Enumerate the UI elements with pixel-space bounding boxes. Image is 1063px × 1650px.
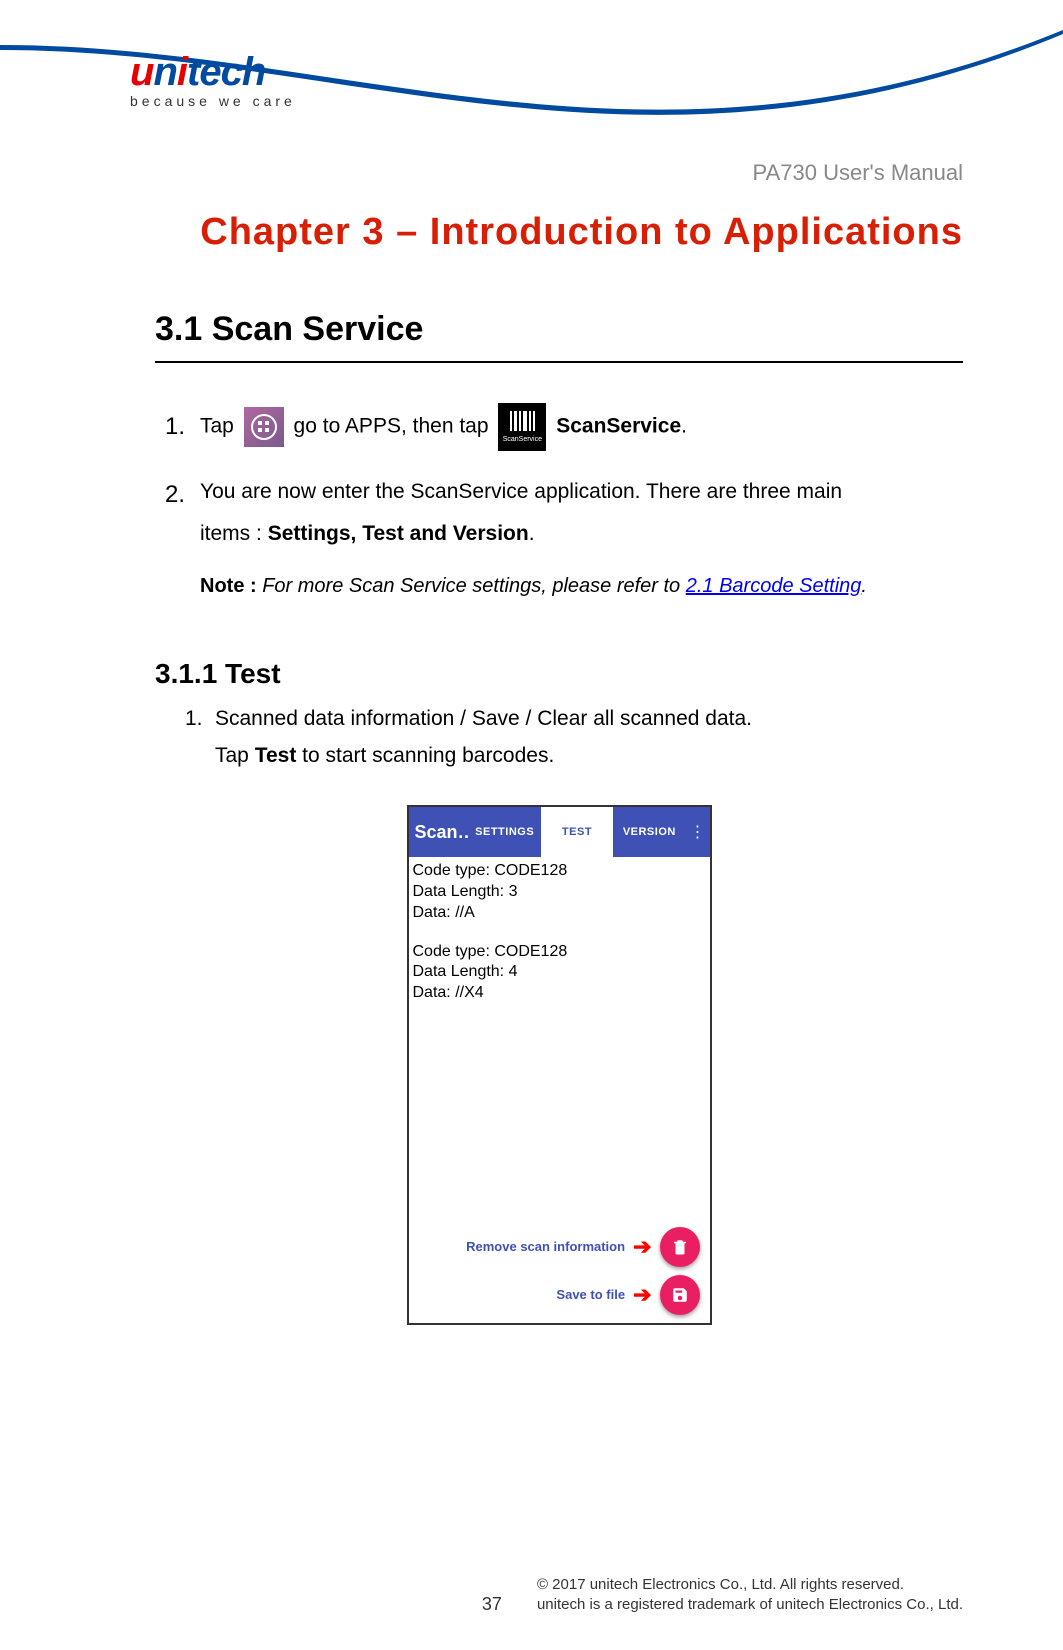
section-divider (155, 361, 963, 363)
mock-app-name: Scan… (409, 822, 469, 843)
sub-list: 1.Scanned data information / Save / Clea… (185, 700, 963, 776)
tab-test[interactable]: TEST (541, 807, 613, 857)
arrow-icon: ➔ (633, 1233, 651, 1262)
mock-tabs: SETTINGS TEST VERSION (469, 807, 686, 857)
save-fab-label: Save to file (556, 1287, 625, 1304)
scanservice-icon: ScanService (498, 403, 546, 451)
brand-name: unitech (130, 50, 296, 95)
step-number: 1. (165, 403, 200, 451)
barcode-setting-link[interactable]: 2.1 Barcode Setting (686, 575, 862, 597)
step-1: 1. Tap go to APPS, then tap ScanService … (165, 403, 963, 451)
scan-result-2: Code type: CODE128 Data Length: 4 Data: … (413, 942, 706, 1004)
brand-logo: unitech because we care (130, 50, 296, 109)
mock-app-bar: Scan… SETTINGS TEST VERSION ⋮ (409, 807, 710, 857)
page: unitech because we care PA730 User's Man… (0, 0, 1063, 1650)
page-footer: 37 © 2017 unitech Electronics Co., Ltd. … (155, 1575, 963, 1616)
chapter-title: Chapter 3 – Introduction to Applications (155, 200, 963, 265)
copyright-block: © 2017 unitech Electronics Co., Ltd. All… (537, 1575, 963, 1616)
section-title: 3.1 Scan Service (155, 310, 963, 349)
save-icon (671, 1286, 689, 1304)
mock-body: Code type: CODE128 Data Length: 3 Data: … (409, 857, 710, 1323)
delete-fab-button[interactable] (660, 1227, 700, 1267)
tab-settings[interactable]: SETTINGS (469, 807, 541, 857)
sub-item-1: 1.Scanned data information / Save / Clea… (185, 700, 963, 776)
trash-icon (671, 1238, 689, 1256)
step-2: 2. You are now enter the ScanService app… (165, 471, 963, 555)
scan-result-1: Code type: CODE128 Data Length: 3 Data: … (413, 861, 706, 923)
step-body: You are now enter the ScanService applic… (200, 471, 963, 555)
brand-tagline: because we care (130, 93, 296, 109)
step-list: 1. Tap go to APPS, then tap ScanService … (165, 403, 963, 555)
apps-launcher-icon (244, 407, 284, 447)
step-number: 2. (165, 471, 200, 519)
page-number: 37 (482, 1594, 502, 1615)
remove-fab-label: Remove scan information (466, 1239, 625, 1256)
note: Note : For more Scan Service settings, p… (200, 575, 963, 598)
phone-mockup: Scan… SETTINGS TEST VERSION ⋮ Code type:… (407, 805, 712, 1325)
subsection-title: 3.1.1 Test (155, 658, 963, 690)
save-fab-button[interactable] (660, 1275, 700, 1315)
content-area: Chapter 3 – Introduction to Applications… (155, 200, 963, 1325)
tab-version[interactable]: VERSION (613, 807, 685, 857)
screenshot-figure: Scan… SETTINGS TEST VERSION ⋮ Code type:… (155, 805, 963, 1325)
arrow-icon: ➔ (633, 1281, 651, 1310)
step-body: Tap go to APPS, then tap ScanService Sca… (200, 403, 963, 451)
fab-area: Remove scan information ➔ Save to file ➔ (409, 1211, 710, 1323)
overflow-menu-icon[interactable]: ⋮ (686, 822, 710, 842)
